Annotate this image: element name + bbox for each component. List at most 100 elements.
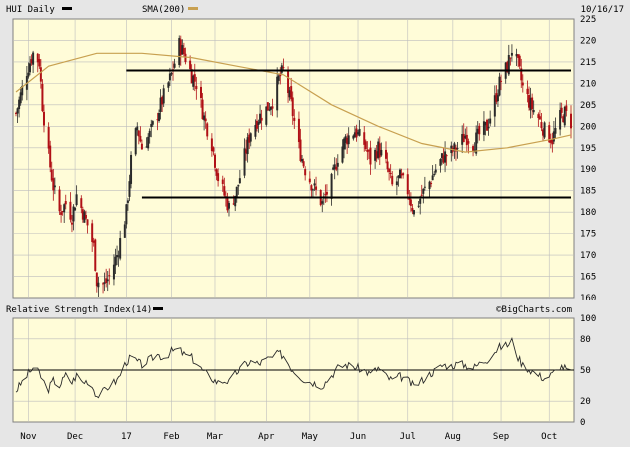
rsi-legend-swatch: [153, 307, 163, 310]
candle-body: [227, 203, 230, 209]
candle-body: [39, 67, 42, 82]
candle-body: [266, 102, 269, 111]
candle-body: [389, 172, 392, 174]
candle-body: [235, 186, 238, 198]
candle-body: [420, 194, 423, 196]
candle-body: [478, 125, 481, 135]
candle-body: [325, 191, 328, 195]
price-tick-label: 180: [580, 208, 596, 218]
candle-body: [38, 59, 41, 67]
rsi-tick-label: 20: [580, 397, 591, 407]
candle-body: [137, 130, 140, 137]
candle-body: [139, 135, 142, 142]
candle-body: [540, 122, 543, 129]
candle-body: [206, 123, 209, 137]
candle-body: [69, 201, 72, 220]
rsi-tick-label: 80: [580, 335, 591, 345]
candle-body: [200, 86, 202, 99]
candle-body: [560, 107, 563, 113]
x-tick-label: Sep: [493, 432, 509, 442]
candle-body: [302, 161, 305, 167]
candle-body: [559, 110, 562, 130]
candle-body: [434, 169, 437, 173]
candle-body: [53, 185, 56, 188]
candle-body: [184, 53, 187, 63]
candle-body: [52, 178, 55, 191]
price-tick-label: 175: [580, 230, 596, 240]
candle-body: [193, 74, 196, 82]
candle-body: [123, 224, 126, 238]
candle-body: [42, 111, 45, 126]
candle-body: [419, 198, 422, 204]
candle-body: [409, 199, 412, 206]
candle-body: [170, 72, 173, 75]
candle-body: [431, 175, 434, 181]
candle-body: [330, 173, 333, 199]
candle-body: [412, 210, 415, 215]
rsi-tick-label: 0: [580, 418, 585, 428]
candle-body: [140, 143, 143, 150]
x-tick-label: Jul: [400, 432, 416, 442]
candle-body: [147, 136, 150, 149]
price-tick-label: 215: [580, 58, 596, 68]
price-tick-label: 225: [580, 15, 596, 25]
candle-body: [213, 154, 216, 168]
candle-body: [94, 239, 97, 271]
candle-body: [58, 189, 61, 212]
candle-body: [167, 82, 170, 88]
candle-body: [445, 155, 448, 157]
candle-body: [308, 178, 311, 183]
candle-body: [237, 184, 240, 187]
candle-body: [173, 63, 176, 68]
candle-body: [290, 86, 293, 100]
candle-body: [532, 109, 535, 113]
candle-body: [47, 126, 50, 149]
candle-body: [74, 207, 77, 211]
x-tick-label: Feb: [163, 432, 179, 442]
candle-body: [444, 151, 447, 163]
candle-body: [282, 67, 285, 69]
candle-body: [204, 118, 207, 122]
candle-body: [158, 112, 161, 121]
candle-body: [467, 141, 470, 144]
candle-body: [406, 174, 409, 195]
candle-body: [162, 88, 165, 104]
candle-body: [304, 169, 307, 176]
candle-body: [125, 204, 128, 225]
candle-body: [554, 128, 557, 134]
price-plot-area: [12, 18, 575, 299]
candle-body: [114, 256, 117, 266]
candle-body: [27, 72, 30, 77]
candle-body: [134, 128, 137, 155]
candle-body: [130, 154, 133, 184]
candle-body: [126, 200, 129, 203]
x-tick-label: Dec: [67, 432, 83, 442]
candle-body: [496, 95, 499, 102]
candle-body: [64, 201, 67, 205]
candle-body: [417, 205, 420, 207]
candle-body: [80, 198, 83, 208]
candle-body: [32, 52, 35, 65]
candle-body: [16, 108, 19, 114]
bigcharts-brand: ©BigCharts.com: [496, 305, 572, 315]
candle-body: [321, 201, 324, 204]
candle-body: [75, 194, 78, 205]
candle-body: [489, 118, 492, 124]
candle-body: [151, 121, 154, 125]
chart-frame: HUI Daily SMA(200) 10/16/17 160 165 170 175…: [0, 0, 630, 447]
candle-body: [423, 186, 426, 188]
sma-series-label: SMA(200): [142, 5, 185, 15]
candle-body: [91, 223, 94, 242]
candle-body: [28, 63, 31, 73]
candle-body: [108, 275, 111, 277]
candle-body: [195, 85, 198, 90]
candle-body: [487, 126, 490, 129]
candle-body: [60, 212, 63, 215]
x-tick-label: Aug: [445, 432, 461, 442]
price-tick-label: 195: [580, 144, 596, 154]
candle-body: [500, 80, 503, 82]
candle-body: [521, 82, 524, 86]
candle-body: [380, 149, 383, 156]
x-tick-label: Jun: [350, 432, 366, 442]
candle-body: [277, 75, 280, 81]
